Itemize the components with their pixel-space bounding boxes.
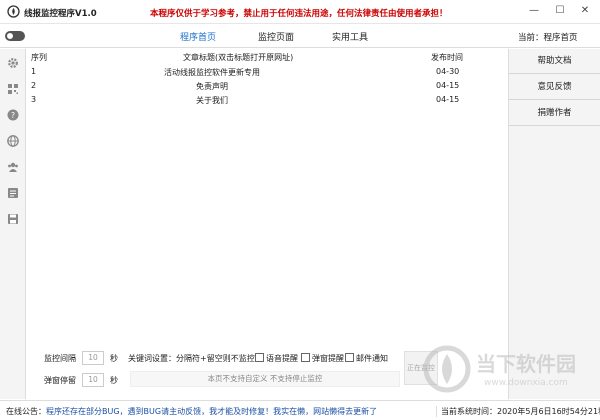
app-logo-icon [7, 5, 20, 18]
title-bar: 线报监控程序V1.0 本程序仅供于学习参考，禁止用于任何违法用途，任何法律责任由… [0, 0, 600, 24]
watermark-url: www.downxia.com [484, 378, 568, 388]
voice-alert-checkbox[interactable] [255, 353, 264, 362]
globe-icon[interactable] [7, 135, 19, 147]
table-row[interactable]: 2 免责声明 04-15 [27, 79, 508, 93]
nav-bar: 程序首页 监控页面 实用工具 当前：程序首页 [0, 24, 600, 48]
qrcode-icon[interactable] [7, 83, 19, 95]
left-sidebar: ? [0, 49, 26, 399]
row-date: 04-30 [436, 67, 460, 76]
email-notify-checkbox[interactable] [345, 353, 354, 362]
svg-text:?: ? [11, 111, 15, 120]
popup-alert-checkbox[interactable] [301, 353, 310, 362]
tab-monitor[interactable]: 监控页面 [258, 30, 294, 43]
popup-input[interactable]: 10 [82, 373, 104, 387]
table-row[interactable]: 3 关于我们 04-15 [27, 93, 508, 107]
help-docs-button[interactable]: 帮助文档 [509, 49, 600, 74]
app-title: 线报监控程序V1.0 [24, 9, 97, 19]
row-title[interactable]: 免责声明 [27, 81, 397, 92]
feedback-button[interactable]: 意见反馈 [509, 75, 600, 100]
hint-text: 本页不支持自定义 不支持停止监控 [130, 371, 400, 387]
gear-icon[interactable] [7, 57, 19, 69]
current-page-label: 当前：程序首页 [518, 33, 578, 43]
donate-button[interactable]: 捐赠作者 [509, 101, 600, 126]
row-title[interactable]: 活动线报监控软件更新专用 [27, 67, 397, 78]
popup-alert-label: 弹窗提醒 [312, 354, 344, 363]
users-icon[interactable] [7, 161, 19, 173]
maximize-icon[interactable]: ☐ [551, 3, 569, 19]
watermark: 当下软件园 www.downxia.com [420, 340, 600, 400]
email-notify-label: 邮件通知 [356, 354, 388, 363]
watermark-logo-icon [423, 345, 471, 393]
watermark-text: 当下软件园 [476, 352, 576, 376]
tab-home[interactable]: 程序首页 [180, 30, 216, 43]
disclaimer-notice: 本程序仅供于学习参考，禁止用于任何违法用途，任何法律责任由使用者承担！ [150, 9, 448, 19]
close-icon[interactable]: ✕ [576, 3, 594, 19]
voice-alert-label: 语音提醒 [266, 354, 298, 363]
status-bar: 在线公告：程序还存在部分BUG，遇到BUG请主动反馈，我才能及时修复！我实在懒，… [0, 400, 600, 420]
question-icon[interactable]: ? [7, 109, 19, 121]
list-icon[interactable] [7, 187, 19, 199]
column-header-index: 序列 [31, 53, 47, 62]
row-title[interactable]: 关于我们 [27, 95, 397, 106]
popup-label: 弹窗停留 [44, 376, 76, 385]
tab-tools[interactable]: 实用工具 [332, 30, 368, 43]
system-time: 当前系统时间：2020年5月6日16时54分21秒 [436, 406, 600, 417]
row-date: 04-15 [436, 95, 460, 104]
online-notice: 在线公告：程序还存在部分BUG，遇到BUG请主动反馈，我才能及时修复！我实在懒，… [6, 406, 377, 417]
table-row[interactable]: 1 活动线报监控软件更新专用 04-30 [27, 65, 508, 79]
save-icon[interactable] [7, 213, 19, 225]
toggle-knob [7, 33, 13, 39]
column-header-date: 发布时间 [431, 53, 463, 62]
popup-unit: 秒 [110, 376, 118, 385]
online-notice-text: 程序还存在部分BUG，遇到BUG请主动反馈，我才能及时修复！我实在懒，网站懒得去… [46, 407, 378, 416]
sidebar-toggle[interactable] [5, 31, 25, 41]
online-notice-prefix: 在线公告： [6, 407, 46, 416]
minimize-icon[interactable]: — [525, 3, 543, 19]
interval-unit: 秒 [110, 354, 118, 363]
column-header-title: 文章标题(双击标题打开原网址) [183, 53, 294, 62]
interval-input[interactable]: 10 [82, 351, 104, 365]
interval-label: 监控间隔 [44, 354, 76, 363]
article-table: 序列 文章标题(双击标题打开原网址) 发布时间 1 活动线报监控软件更新专用 0… [27, 49, 508, 339]
keyword-label: 关键词设置：分隔符+留空则不监控 [128, 354, 255, 363]
row-date: 04-15 [436, 81, 460, 90]
